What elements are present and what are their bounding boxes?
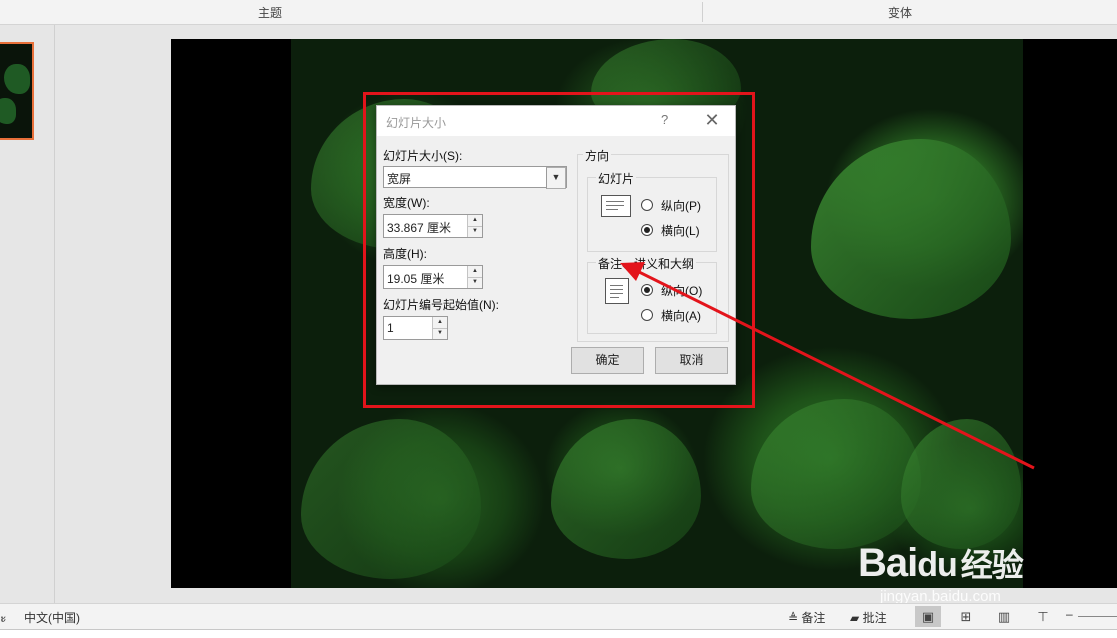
comment-icon: ▰ bbox=[850, 611, 860, 625]
slideshow-view-icon[interactable]: ⊤ bbox=[1030, 606, 1056, 627]
status-fragment: ะ bbox=[0, 611, 7, 625]
zoom-out-icon[interactable]: – bbox=[1066, 607, 1073, 621]
slide-sorter-view-icon[interactable]: ⊞ bbox=[953, 606, 979, 627]
normal-view-icon[interactable]: ▣ bbox=[915, 606, 941, 627]
comments-button[interactable]: ▰ 批注 bbox=[850, 609, 887, 626]
baidu-watermark: Baidu 经验 bbox=[858, 540, 1024, 586]
watermark-brand-du: du bbox=[917, 546, 958, 584]
notes-button[interactable]: ≜ 备注 bbox=[788, 609, 825, 626]
notes-icon: ≜ bbox=[788, 611, 799, 625]
comments-label: 批注 bbox=[862, 611, 887, 625]
reading-view-icon[interactable]: ▥ bbox=[991, 606, 1017, 627]
watermark-brand-cn: 经验 bbox=[960, 547, 1024, 583]
language-indicator[interactable]: 中文(中国) bbox=[24, 609, 80, 626]
status-bar: ะ 中文(中国) ≜ 备注 ▰ 批注 ▣ ⊞ ▥ ⊤ – bbox=[0, 603, 1117, 630]
notes-label: 备注 bbox=[801, 611, 826, 625]
zoom-slider[interactable] bbox=[1078, 616, 1117, 617]
watermark-brand: Bai bbox=[858, 541, 918, 585]
